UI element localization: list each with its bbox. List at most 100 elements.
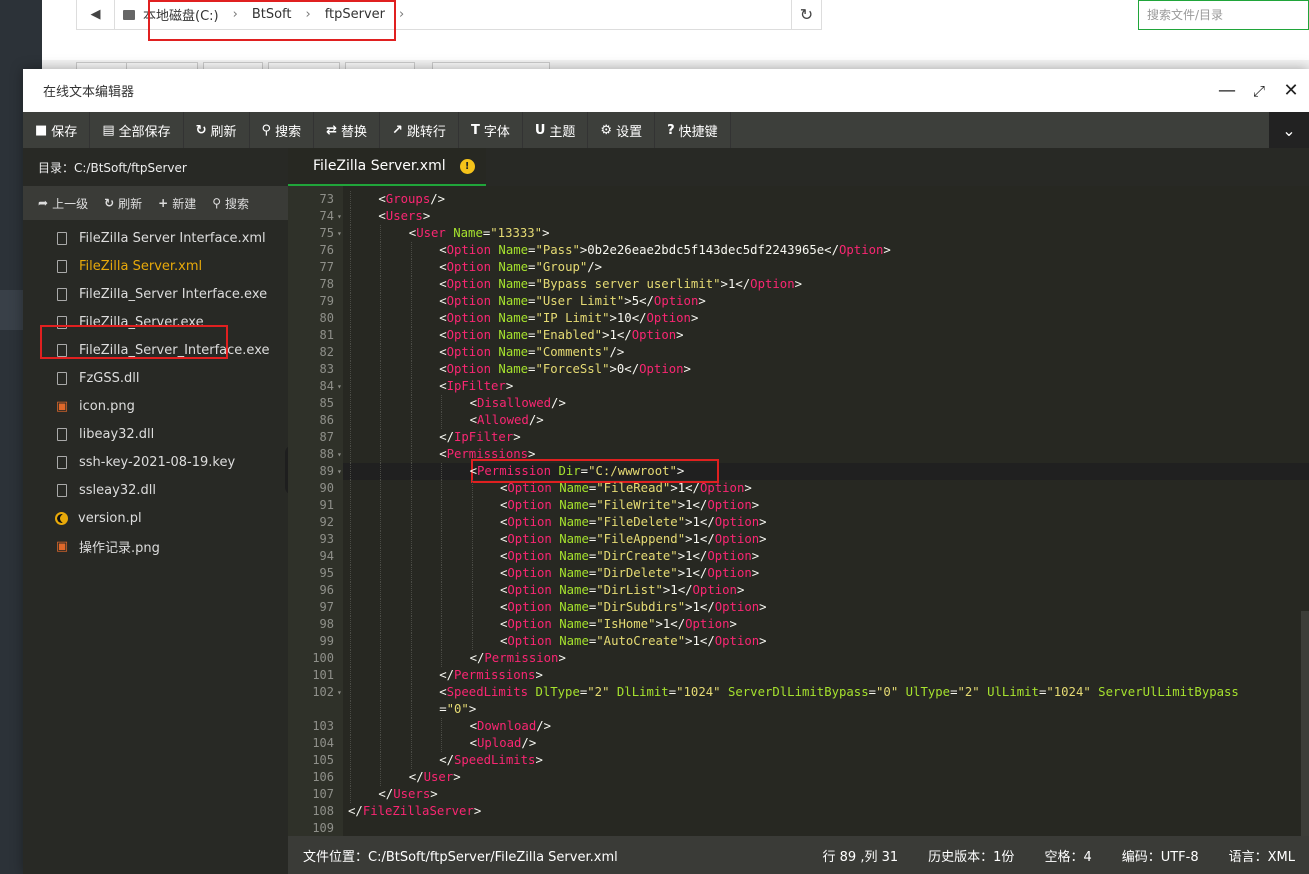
file-item[interactable]: FileZilla Server Interface.xml: [23, 224, 288, 252]
indent-guide: [471, 548, 473, 565]
indent-spaces[interactable]: 空格：4: [1044, 846, 1091, 865]
indent-guide: [350, 276, 351, 293]
toolbar-theme-button[interactable]: U 主题: [523, 112, 589, 148]
code-token: "User Limit": [535, 294, 625, 308]
editor-window: 在线文本编辑器 — ⤢ ✕ ■ 保存 ▤ 全部保存 ↻ 刷新 ⚲ 搜索 ⇄ 替换 ↗ 跳转行 T 字体 U 主…: [23, 69, 1309, 874]
line-number: 79: [319, 294, 334, 308]
line-number: 78: [319, 277, 334, 291]
code-token: "0": [446, 702, 469, 716]
indent-guide: [350, 344, 351, 361]
toolbar-label: 刷新: [210, 124, 237, 140]
file-item[interactable]: FileZilla_Server Interface.exe: [23, 280, 288, 308]
indent-guide: [441, 582, 443, 599]
file-item[interactable]: FzGSS.dll: [23, 364, 288, 392]
indent-guide: [350, 786, 351, 803]
code-line: <Option Name="FileRead">1</Option>: [500, 480, 752, 497]
indent-guide: [380, 480, 382, 497]
code-token: >1</: [677, 566, 708, 580]
tab-filezilla-server-xml[interactable]: FileZilla Server.xml !: [288, 148, 486, 186]
code-token: Option: [446, 345, 492, 359]
code-token: Option: [646, 311, 691, 325]
refresh-button[interactable]: ↻: [791, 0, 821, 29]
code-line: <Option Name="AutoCreate">1</Option>: [500, 633, 767, 650]
indent-guide: [441, 650, 443, 667]
indent-guide: [350, 310, 351, 327]
encoding[interactable]: 编码：UTF-8: [1122, 846, 1199, 865]
code-token: "DirCreate": [596, 549, 678, 563]
toolbar-refresh-button[interactable]: ↻ 刷新: [184, 112, 250, 148]
indent-guide: [350, 616, 351, 633]
code-token: Name: [498, 294, 529, 308]
code-editor[interactable]: 73 747576 77 78 79 80 81 82 83 8485 86 87 888990 91 92…: [288, 186, 1309, 836]
close-icon[interactable]: ✕: [1281, 80, 1301, 101]
arrow-icon: ➦: [38, 196, 49, 210]
line-number: 94: [319, 549, 334, 563]
toolbar-help-button[interactable]: ? 快捷键: [655, 112, 731, 148]
code-token: Permissions: [454, 668, 536, 682]
file-item[interactable]: libeay32.dll: [23, 420, 288, 448]
code-token: Name: [559, 498, 589, 512]
indent-guide: [350, 599, 351, 616]
vertical-scrollbar[interactable]: [1301, 611, 1309, 836]
toolbar-font-button[interactable]: T 字体: [459, 112, 523, 148]
file-item[interactable]: ssleay32.dll: [23, 476, 288, 504]
indent-guide: [410, 327, 412, 344]
back-button[interactable]: ◀: [77, 0, 115, 29]
code-token: Option: [507, 481, 552, 495]
indent-guide: [350, 327, 351, 344]
toolbar-replace-button[interactable]: ⇄ 替换: [314, 112, 381, 148]
code-token: Option: [507, 600, 552, 614]
status-bar: 文件位置：C:/BtSoft/ftpServer/FileZilla Serve…: [288, 836, 1309, 874]
cursor-position[interactable]: 行 89 ,列 31: [823, 846, 899, 865]
code-token: >: [759, 600, 767, 614]
code-token: >: [883, 243, 891, 257]
indent-guide: [410, 259, 412, 276]
file-item[interactable]: ▣ 操作记录.png: [23, 532, 288, 560]
file-search-input[interactable]: 搜索文件/目录: [1138, 0, 1309, 30]
code-token: Name: [559, 515, 589, 529]
file-item[interactable]: ▣ icon.png: [23, 392, 288, 420]
refresh-files-button[interactable]: ↻ 刷新: [104, 195, 142, 212]
line-number: 77: [319, 260, 334, 274]
search-files-button[interactable]: ⚲ 搜索: [212, 195, 249, 212]
code-token: Option: [446, 294, 492, 308]
line-number: 109: [312, 821, 334, 835]
search-icon: ⚲: [261, 122, 272, 138]
file-item[interactable]: version.pl: [23, 504, 288, 532]
indent-guide: [441, 548, 443, 565]
indent-guide: [441, 395, 443, 412]
toolbar-save-button[interactable]: ■ 保存: [23, 112, 91, 148]
code-token: Option: [653, 294, 699, 308]
parent-dir-button[interactable]: ➦ 上一级: [38, 195, 88, 212]
code-token: Name: [498, 311, 529, 325]
minimize-icon[interactable]: —: [1217, 80, 1237, 101]
window-title: 在线文本编辑器: [43, 85, 135, 100]
maximize-icon[interactable]: ⤢: [1249, 82, 1269, 100]
line-number: 101: [312, 668, 334, 682]
code-token: Users: [393, 787, 431, 801]
code-line: <Option Name="FileWrite">1</Option>: [500, 497, 759, 514]
history-versions[interactable]: 历史版本：1份: [928, 846, 1014, 865]
code-line: <Option Name="DirSubdirs">1</Option>: [500, 599, 767, 616]
indent-guide: [350, 259, 351, 276]
code-token: Permissions: [446, 447, 529, 461]
code-token: />: [551, 396, 566, 410]
code-token: FileZillaServer: [362, 804, 474, 818]
toolbar-search-button[interactable]: ⚲ 搜索: [250, 112, 315, 148]
code-token: Name: [559, 532, 589, 546]
code-token: "C:/wwwroot": [588, 464, 677, 478]
file-item[interactable]: FileZilla Server.xml: [23, 252, 288, 280]
file-item[interactable]: ssh-key-2021-08-19.key: [23, 448, 288, 476]
code-token: >10</: [609, 311, 647, 325]
toolbar-save-all-button[interactable]: ▤ 全部保存: [90, 112, 184, 148]
new-file-button[interactable]: + 新建: [158, 195, 196, 212]
file-name: 操作记录.png: [79, 540, 160, 556]
collapse-toolbar-button[interactable]: ⌄: [1269, 112, 1309, 148]
language-mode[interactable]: 语言：XML: [1229, 846, 1295, 865]
toolbar-gear-button[interactable]: ⚙ 设置: [588, 112, 656, 148]
toolbar-jump-button[interactable]: ↗ 跳转行: [380, 112, 459, 148]
current-directory: 目录：C:/BtSoft/ftpServer: [38, 160, 187, 175]
indent-guide: [350, 480, 351, 497]
code-line: <SpeedLimits DlType="2" DlLimit="1024" S…: [439, 684, 1239, 701]
indent-guide: [350, 701, 351, 718]
